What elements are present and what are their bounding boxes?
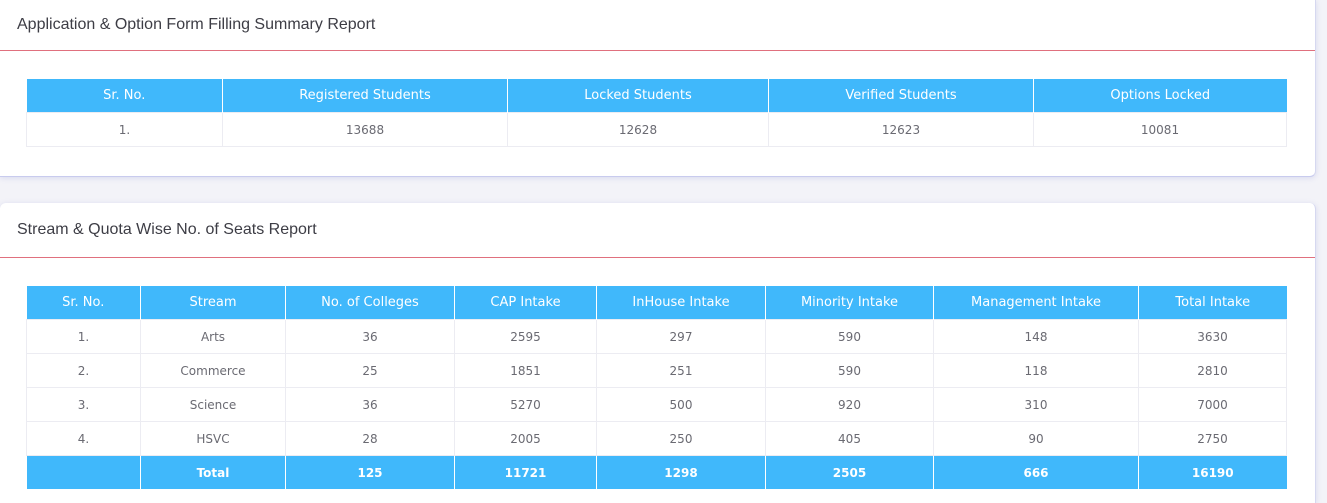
col-header-verified-students: Verified Students [768, 79, 1034, 113]
col-header-options-locked: Options Locked [1033, 79, 1287, 113]
col-header-management-intake: Management Intake [933, 286, 1139, 320]
total-row: Total 125 11721 1298 2505 666 16190 [26, 455, 1287, 489]
cell-management-intake: 118 [933, 353, 1139, 388]
cell-inhouse-intake: 500 [596, 387, 766, 422]
cell-cap-intake: 5270 [454, 387, 597, 422]
col-header-sr-no: Sr. No. [26, 79, 223, 113]
cell-inhouse-intake: 250 [596, 421, 766, 456]
cell-sr-no: 1. [26, 112, 223, 147]
cell-locked-students: 12628 [507, 112, 769, 147]
table-row: 1. Arts 36 2595 297 590 148 3630 [26, 319, 1287, 354]
cell-no-of-colleges: 36 [285, 319, 455, 354]
total-cell-sr-no [26, 455, 141, 489]
seats-report-title: Stream & Quota Wise No. of Seats Report [17, 221, 317, 238]
cell-minority-intake: 405 [765, 421, 934, 456]
summary-header-row: Sr. No. Registered Students Locked Stude… [26, 79, 1287, 113]
seats-report-card: Stream & Quota Wise No. of Seats Report … [0, 203, 1316, 503]
col-header-minority-intake: Minority Intake [765, 286, 934, 320]
cell-sr-no: 2. [26, 353, 141, 388]
total-label: Total [140, 455, 286, 489]
table-row: 2. Commerce 25 1851 251 590 118 2810 [26, 353, 1287, 388]
summary-report-title: Application & Option Form Filling Summar… [17, 16, 376, 33]
col-header-total-intake: Total Intake [1138, 286, 1287, 320]
table-row: 1. 13688 12628 12623 10081 [26, 112, 1287, 147]
cell-sr-no: 4. [26, 421, 141, 456]
cell-minority-intake: 590 [765, 353, 934, 388]
cell-stream: Science [140, 387, 286, 422]
cell-cap-intake: 1851 [454, 353, 597, 388]
table-row: 4. HSVC 28 2005 250 405 90 2750 [26, 421, 1287, 456]
cell-minority-intake: 590 [765, 319, 934, 354]
cell-stream: Arts [140, 319, 286, 354]
total-cap-intake: 11721 [454, 455, 597, 489]
col-header-stream: Stream [140, 286, 286, 320]
cell-inhouse-intake: 297 [596, 319, 766, 354]
col-header-inhouse-intake: InHouse Intake [596, 286, 766, 320]
col-header-locked-students: Locked Students [507, 79, 769, 113]
cell-management-intake: 90 [933, 421, 1139, 456]
cell-registered-students: 13688 [222, 112, 508, 147]
cell-stream: Commerce [140, 353, 286, 388]
cell-no-of-colleges: 36 [285, 387, 455, 422]
seats-report-header: Stream & Quota Wise No. of Seats Report [0, 203, 1315, 258]
cell-verified-students: 12623 [768, 112, 1034, 147]
col-header-registered-students: Registered Students [222, 79, 508, 113]
cell-minority-intake: 920 [765, 387, 934, 422]
summary-report-header: Application & Option Form Filling Summar… [0, 0, 1315, 51]
cell-sr-no: 1. [26, 319, 141, 354]
seats-table: Sr. No. Stream No. of Colleges CAP Intak… [26, 286, 1287, 489]
cell-no-of-colleges: 28 [285, 421, 455, 456]
table-row: 3. Science 36 5270 500 920 310 7000 [26, 387, 1287, 422]
total-no-of-colleges: 125 [285, 455, 455, 489]
cell-options-locked: 10081 [1033, 112, 1287, 147]
total-minority-intake: 2505 [765, 455, 934, 489]
col-header-sr-no: Sr. No. [26, 286, 141, 320]
cell-management-intake: 310 [933, 387, 1139, 422]
cell-stream: HSVC [140, 421, 286, 456]
total-total-intake: 16190 [1138, 455, 1287, 489]
cell-cap-intake: 2005 [454, 421, 597, 456]
cell-inhouse-intake: 251 [596, 353, 766, 388]
seats-header-row: Sr. No. Stream No. of Colleges CAP Intak… [26, 286, 1287, 320]
cell-sr-no: 3. [26, 387, 141, 422]
total-management-intake: 666 [933, 455, 1139, 489]
cell-management-intake: 148 [933, 319, 1139, 354]
cell-total-intake: 2750 [1138, 421, 1287, 456]
cell-cap-intake: 2595 [454, 319, 597, 354]
col-header-no-of-colleges: No. of Colleges [285, 286, 455, 320]
cell-total-intake: 2810 [1138, 353, 1287, 388]
col-header-cap-intake: CAP Intake [454, 286, 597, 320]
cell-total-intake: 7000 [1138, 387, 1287, 422]
cell-no-of-colleges: 25 [285, 353, 455, 388]
summary-report-card: Application & Option Form Filling Summar… [0, 0, 1316, 177]
total-inhouse-intake: 1298 [596, 455, 766, 489]
cell-total-intake: 3630 [1138, 319, 1287, 354]
summary-table: Sr. No. Registered Students Locked Stude… [26, 79, 1287, 147]
